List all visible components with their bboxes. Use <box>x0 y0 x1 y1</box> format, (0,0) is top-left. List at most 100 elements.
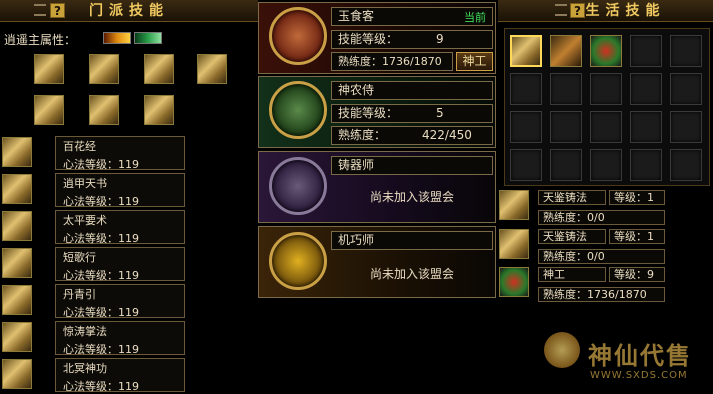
empty-slot[interactable] <box>590 149 622 181</box>
profession-name-row: 铸器师 <box>331 156 493 175</box>
sect-skill-icon-7[interactable] <box>144 95 174 125</box>
life-skills-title: 生活技能 <box>585 3 666 19</box>
empty-slot[interactable] <box>630 73 662 105</box>
life-skill-slot-3[interactable] <box>590 35 622 67</box>
skill-text-box: 逍甲天书 心法等级：119 <box>55 173 185 208</box>
gear-emblem-icon <box>269 232 327 290</box>
profession-card-herbalist[interactable]: 神农侍 技能等级： 5 熟练度： 422/450 <box>258 76 496 148</box>
detail-level: 等级：1 <box>614 230 654 243</box>
life-skill-slot-2[interactable] <box>550 35 582 67</box>
detail-level: 等级：1 <box>614 191 654 204</box>
detail-name-box: 天鉴铸法 <box>538 190 606 205</box>
life-skill-detail-3[interactable]: 神工 等级：9 熟练度：1736/1870 <box>498 266 713 304</box>
skill-level: 心法等级：119 <box>63 232 139 245</box>
proficiency-row: 熟练度：1736/1870 <box>331 52 453 71</box>
detail-prof: 熟练度：1736/1870 <box>543 288 647 301</box>
sect-skill-icon-5[interactable] <box>34 95 64 125</box>
empty-slot[interactable] <box>510 111 542 143</box>
sect-skill-icon-3[interactable] <box>144 54 174 84</box>
profession-name-row: 机巧师 <box>331 231 493 250</box>
skill-name: 惊涛掌法 <box>63 325 107 338</box>
empty-slot[interactable] <box>670 111 702 143</box>
shengong-button[interactable]: 神工 <box>456 52 493 71</box>
sect-skill-icon-6[interactable] <box>89 95 119 125</box>
skill-icon <box>2 285 32 315</box>
sect-skill-icon-4[interactable] <box>197 54 227 84</box>
empty-slot[interactable] <box>630 111 662 143</box>
skill-name: 逍甲天书 <box>63 177 107 190</box>
list-item[interactable]: 逍甲天书 心法等级：119 <box>2 172 188 208</box>
forge-icon <box>499 229 529 259</box>
skill-icon <box>2 211 32 241</box>
list-item[interactable]: 惊涛掌法 心法等级：119 <box>2 320 188 356</box>
level-value: 9 <box>436 32 444 46</box>
empty-slot[interactable] <box>550 111 582 143</box>
detail-level-box: 等级：9 <box>609 267 665 282</box>
skill-icon <box>2 322 32 352</box>
sect-help-icon[interactable]: ? <box>50 3 65 18</box>
empty-slot[interactable] <box>670 73 702 105</box>
life-skill-slot-1[interactable] <box>510 35 542 67</box>
level-row: 技能等级： 5 <box>331 104 493 123</box>
detail-prof-box: 熟练度：0/0 <box>538 210 665 225</box>
detail-prof-box: 熟练度：0/0 <box>538 249 665 264</box>
profession-card-artisan[interactable]: 机巧师 尚未加入该盟会 <box>258 226 496 298</box>
forge-icon <box>499 190 529 220</box>
watermark-logo-icon <box>544 332 580 368</box>
leaf-emblem-icon <box>269 81 327 139</box>
empty-slot[interactable] <box>630 149 662 181</box>
empty-slot[interactable] <box>510 149 542 181</box>
profession-card-smith[interactable]: 铸器师 尚未加入该盟会 <box>258 151 496 223</box>
empty-slot[interactable] <box>670 35 702 67</box>
grip-icon <box>555 4 567 16</box>
life-skills-panel: 生活技能 ? 天鉴铸法 等级：1 熟练度：0/0 天鉴铸法 等级：1 熟练度：0… <box>498 0 713 393</box>
skill-name: 太平要术 <box>63 214 107 227</box>
profession-name-row: 神农侍 <box>331 81 493 100</box>
life-help-icon[interactable]: ? <box>570 3 585 18</box>
skill-name: 百花经 <box>63 140 96 153</box>
profession-name: 玉食客 <box>338 9 375 23</box>
skill-icon <box>2 359 32 389</box>
grip-icon <box>34 4 46 16</box>
life-skills-titlebar: 生活技能 <box>498 0 713 22</box>
orb-icon <box>499 267 529 297</box>
empty-slot[interactable] <box>630 35 662 67</box>
profession-card-chef[interactable]: 玉食客 当前 技能等级： 9 熟练度：1736/1870 神工 <box>258 2 496 74</box>
level-row: 技能等级： 9 <box>331 30 493 49</box>
sect-skills-panel: 门派技能 ? 逍遥主属性： 百花经 心法等级：119 逍甲天书 心法等级：119 <box>0 0 258 393</box>
proficiency-label: 熟练度： <box>338 55 382 68</box>
skill-text-box: 太平要术 心法等级：119 <box>55 210 185 245</box>
level-label: 技能等级： <box>338 32 399 46</box>
current-badge: 当前 <box>464 11 486 24</box>
list-item[interactable]: 太平要术 心法等级：119 <box>2 209 188 245</box>
life-skill-detail-2[interactable]: 天鉴铸法 等级：1 熟练度：0/0 <box>498 228 713 266</box>
empty-slot[interactable] <box>590 111 622 143</box>
empty-slot[interactable] <box>590 73 622 105</box>
empty-slot[interactable] <box>550 73 582 105</box>
skill-level: 心法等级：119 <box>63 343 139 356</box>
sect-skill-icon-2[interactable] <box>89 54 119 84</box>
list-item[interactable]: 北冥神功 心法等级：119 <box>2 357 188 393</box>
empty-slot[interactable] <box>670 149 702 181</box>
not-joined-status: 尚未加入该盟会 <box>369 267 454 281</box>
empty-slot[interactable] <box>550 149 582 181</box>
proficiency-value: 1736/1870 <box>382 55 442 68</box>
skill-icon <box>2 248 32 278</box>
empty-slot[interactable] <box>510 73 542 105</box>
life-skill-detail-1[interactable]: 天鉴铸法 等级：1 熟练度：0/0 <box>498 189 713 227</box>
proficiency-value: 422/450 <box>422 128 472 142</box>
skill-text-box: 短歌行 心法等级：119 <box>55 247 185 282</box>
skill-text-box: 丹青引 心法等级：119 <box>55 284 185 319</box>
sect-skill-icon-1[interactable] <box>34 54 64 84</box>
skill-name: 北冥神功 <box>63 362 107 375</box>
dragon-emblem-icon <box>269 7 327 65</box>
skill-icon <box>2 137 32 167</box>
list-item[interactable]: 丹青引 心法等级：119 <box>2 283 188 319</box>
list-item[interactable]: 百花经 心法等级：119 <box>2 135 188 171</box>
skill-text-box: 惊涛掌法 心法等级：119 <box>55 321 185 356</box>
list-item[interactable]: 短歌行 心法等级：119 <box>2 246 188 282</box>
skill-level: 心法等级：119 <box>63 195 139 208</box>
detail-name: 神工 <box>543 268 565 281</box>
detail-prof: 熟练度：0/0 <box>543 211 605 224</box>
skill-level: 心法等级：119 <box>63 269 139 282</box>
